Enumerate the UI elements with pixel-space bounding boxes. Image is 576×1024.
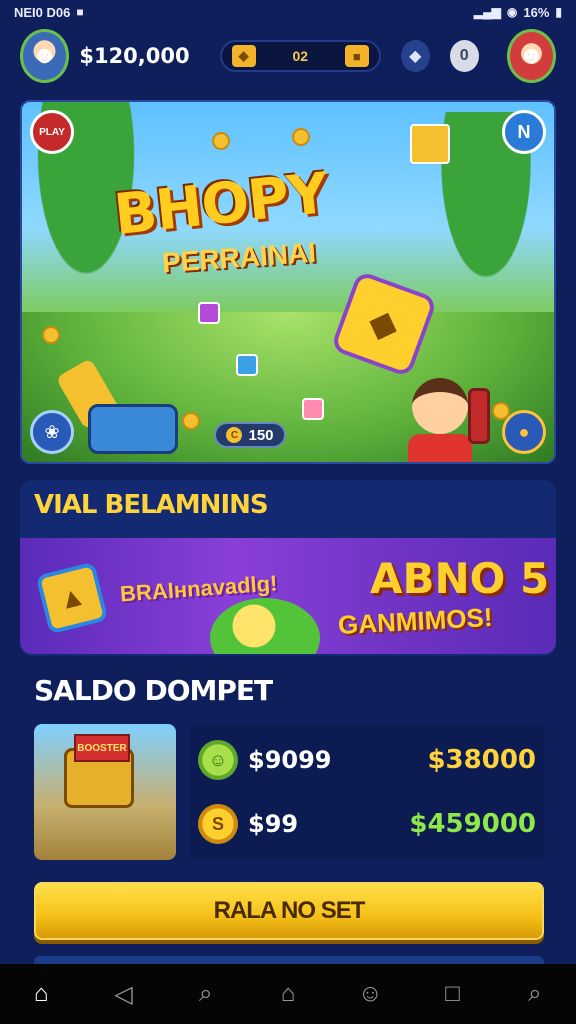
home-outline-icon[interactable]: ⌂ bbox=[268, 974, 308, 1014]
back-icon[interactable]: ◁ bbox=[103, 974, 143, 1014]
signal-icon: ▂▄▆ bbox=[473, 5, 501, 19]
status-time-text: NEI0 D06 bbox=[14, 4, 71, 20]
search-icon[interactable]: ● bbox=[502, 410, 546, 454]
gem-tile-icon: ▲ bbox=[35, 561, 109, 635]
hero-title: BHOPY bbox=[111, 161, 331, 248]
status-bar: NEI0 D06 ■ ▂▄▆ ◉ 16% ▮ bbox=[0, 0, 576, 24]
dollar-coin-icon: S bbox=[198, 804, 238, 844]
resource-pill[interactable]: ◆ 02 ■ bbox=[219, 40, 381, 72]
top-header: ☻ $120,000 ◆ 02 ■ ◆ 0 ☻ bbox=[0, 26, 576, 86]
hero-character bbox=[382, 378, 492, 462]
battery-text: 16% bbox=[523, 4, 550, 20]
gem-cube-icon bbox=[236, 354, 258, 376]
event-badge[interactable]: PLAY bbox=[30, 110, 74, 154]
gem-cube-icon bbox=[302, 398, 324, 420]
wifi-icon: ◉ bbox=[506, 5, 518, 19]
coin-icon: C bbox=[226, 427, 243, 443]
hero-counter-value: 150 bbox=[248, 426, 274, 444]
wallet-panel: ☺ $9099 $38000 S $99 $459000 bbox=[190, 724, 544, 860]
balance-value: $120,000 bbox=[79, 44, 190, 68]
promo-subheadline: GANMIMOS! bbox=[337, 601, 494, 641]
wallet-row-label: $9099 bbox=[248, 746, 332, 774]
notification-icon: ■ bbox=[76, 5, 84, 19]
wallet-title: SALDO DOMPET bbox=[34, 674, 273, 707]
battery-icon: ▮ bbox=[555, 5, 562, 19]
wallet-row-label: $99 bbox=[248, 810, 299, 838]
resource-icon: ◆ bbox=[231, 45, 256, 67]
gem-cube-icon bbox=[198, 302, 220, 324]
smile-coin-icon: ☺ bbox=[198, 740, 238, 780]
wallet-row-value: $38000 bbox=[427, 745, 536, 775]
player-avatar-icon[interactable]: ☻ bbox=[20, 29, 70, 83]
wallet-thumbnail[interactable]: BOOSTER bbox=[34, 724, 176, 860]
recents-icon[interactable]: □ bbox=[433, 974, 473, 1014]
wallet-row[interactable]: ☺ $9099 $38000 bbox=[198, 734, 536, 786]
search-icon[interactable]: ⌕ bbox=[186, 974, 226, 1014]
promo-section: VIAL BELAMNINS ▲ BRAIнnavadlg! ABNO 5 GA… bbox=[20, 480, 556, 656]
bottom-nav: ⌂ ◁ ⌕ ⌂ ☺ □ ⌕ bbox=[0, 964, 576, 1024]
booster-sign: BOOSTER bbox=[74, 734, 130, 762]
promo-banner[interactable]: ▲ BRAIнnavadlg! ABNO 5 GANMIMOS! bbox=[20, 538, 556, 654]
status-left: NEI0 D06 ■ bbox=[14, 5, 84, 20]
diamond-icon[interactable]: ◆ bbox=[400, 40, 430, 72]
info-button[interactable]: 0 bbox=[449, 40, 479, 72]
hero-subtitle: PERRAINAI bbox=[161, 236, 317, 279]
coin-icon bbox=[212, 132, 230, 150]
coin-icon bbox=[42, 326, 60, 344]
slime-blob bbox=[210, 598, 320, 654]
primary-cta-button[interactable]: RALA NO SET bbox=[34, 882, 544, 940]
coin-icon bbox=[292, 128, 310, 146]
section-title: VIAL BELAMNINS bbox=[34, 490, 269, 520]
hero-banner[interactable]: ◆ BHOPY PERRAINAI PLAY N ❀ ● C 150 bbox=[20, 100, 556, 464]
cannon-character bbox=[55, 358, 188, 462]
home-icon[interactable]: ⌂ bbox=[21, 974, 61, 1014]
wallet-row[interactable]: S $99 $459000 bbox=[198, 798, 536, 850]
wallet-row-value: $459000 bbox=[409, 809, 536, 839]
status-right: ▂▄▆ ◉ 16% ▮ bbox=[474, 5, 562, 20]
profile-icon[interactable]: ☺ bbox=[350, 974, 390, 1014]
resource-value: 02 bbox=[292, 48, 309, 64]
gem-cube-icon bbox=[410, 124, 450, 164]
promo-headline: ABNO 5 bbox=[370, 554, 550, 603]
search-icon[interactable]: ⌕ bbox=[515, 974, 555, 1014]
chest-icon: ■ bbox=[344, 45, 369, 67]
gift-icon[interactable]: ❀ bbox=[30, 410, 74, 454]
palm-tree-right bbox=[434, 112, 554, 362]
friend-avatar-icon[interactable]: ☻ bbox=[506, 29, 556, 83]
hero-counter: C 150 bbox=[214, 422, 286, 448]
news-badge[interactable]: N bbox=[502, 110, 546, 154]
